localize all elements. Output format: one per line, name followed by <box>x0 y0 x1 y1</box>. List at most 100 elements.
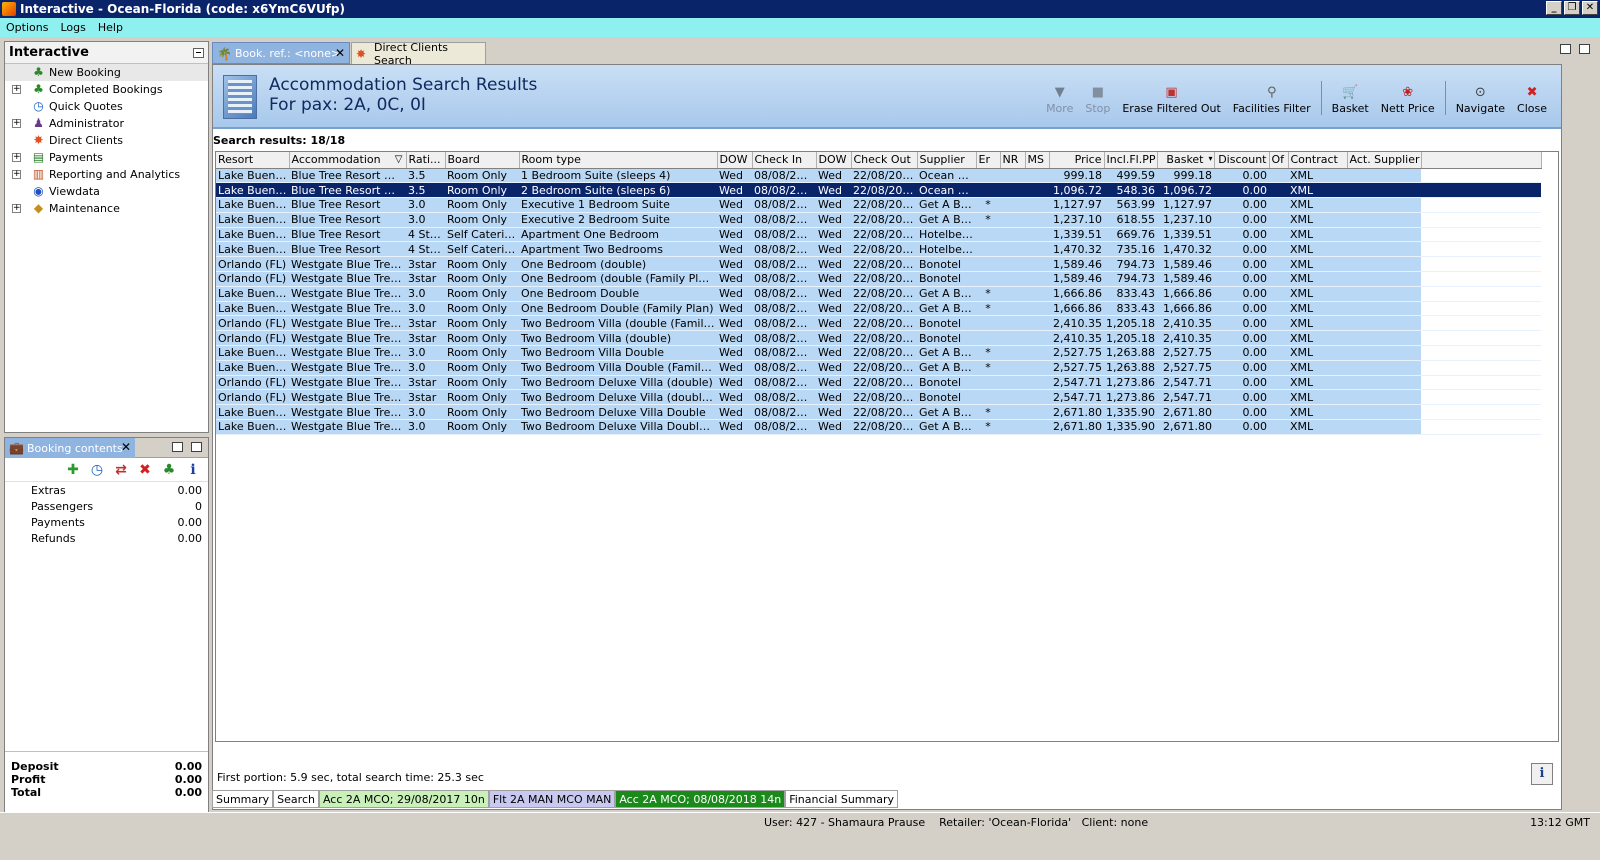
table-row[interactable]: Orlando (FL) Westgate Blue Tree ... 3star R… <box>216 375 1541 391</box>
table-row[interactable]: Orlando (FL) Westgate Blue Tree ... 3star R… <box>216 271 1541 287</box>
expand-icon[interactable]: + <box>12 85 21 94</box>
table-row[interactable]: Lake Buena... Westgate Blue Tree ... 3.0 Ro… <box>216 419 1541 435</box>
column-header-label: NR <box>1002 153 1019 167</box>
menu-help[interactable]: Help <box>92 21 129 34</box>
navigate-button[interactable]: ⊙ Navigate <box>1450 84 1511 115</box>
tab-direct-clients-search[interactable]: ✸ Direct Clients Search <box>351 41 486 67</box>
column-header-resort[interactable]: Resort <box>216 152 290 169</box>
move-icon[interactable]: ⇄ <box>112 461 130 479</box>
nav-item-payments[interactable]: + ▤ Payments <box>5 149 208 166</box>
maximize-button[interactable]: ❐ <box>1564 1 1580 15</box>
column-header-nr[interactable]: NR <box>1000 152 1026 169</box>
expand-icon[interactable]: + <box>12 204 21 213</box>
column-header-contract[interactable]: Contract <box>1288 152 1348 169</box>
table-row[interactable]: Orlando (FL) Westgate Blue Tree ... 3star R… <box>216 256 1541 273</box>
booking-contents-tab[interactable]: 💼 Booking contents ✕ <box>5 438 135 458</box>
table-row[interactable]: Orlando (FL) Westgate Blue Tree ... 3star R… <box>216 389 1541 406</box>
table-row[interactable]: Lake Buena... Westgate Blue Tree ... 3.0 Ro… <box>216 360 1541 376</box>
tab-booking-ref[interactable]: 🌴 Book. ref.: <none> ✕ <box>212 42 350 64</box>
column-header-incl-fl-pp[interactable]: Incl.Fl.PP <box>1104 152 1158 169</box>
table-row[interactable]: Lake Buena... Blue Tree Resort 4 Stars Self… <box>216 241 1541 258</box>
booking-maximize-button[interactable] <box>191 442 202 452</box>
nav-item-completed-bookings[interactable]: + ♣ Completed Bookings <box>5 81 208 98</box>
nav-panel-minimize-button[interactable] <box>193 48 204 58</box>
info-icon[interactable]: i <box>184 461 202 479</box>
erase-filtered-out-button[interactable]: ▣ Erase Filtered Out <box>1116 84 1226 115</box>
menu-options[interactable]: Options <box>0 21 54 34</box>
more-button[interactable]: ▼ More <box>1040 84 1079 115</box>
table-row[interactable]: Lake Buena... Blue Tree Resort 3.0 Room Onl… <box>216 197 1541 213</box>
nett-price-button[interactable]: ❀ Nett Price <box>1375 84 1441 115</box>
main-maximize-button[interactable] <box>1579 44 1590 54</box>
column-header-act-supplier[interactable]: Act. Supplier <box>1347 152 1422 169</box>
column-header-check-in[interactable]: Check In <box>752 152 817 169</box>
column-header-dow[interactable]: DOW <box>717 152 753 169</box>
table-row[interactable]: Lake Buena... Blue Tree Resort 4 Stars Self… <box>216 227 1541 243</box>
clock-icon[interactable]: ◷ <box>88 461 106 479</box>
bottom-tab-acc-2a-mco-29-08-2017-10n[interactable]: Acc 2A MCO; 29/08/2017 10n <box>318 790 489 808</box>
table-row[interactable]: Lake Buena... Westgate Blue Tree ... 3.0 Ro… <box>216 286 1541 302</box>
column-header-rati[interactable]: Rati... <box>406 152 446 169</box>
add-icon[interactable]: ✚ <box>64 461 82 479</box>
booking-minimize-button[interactable] <box>172 442 183 452</box>
column-header-er[interactable]: Er <box>976 152 1001 169</box>
table-row[interactable]: Orlando (FL) Westgate Blue Tree ... 3star R… <box>216 330 1541 347</box>
minimize-button[interactable]: _ <box>1546 1 1562 15</box>
table-cell: Wed <box>816 315 851 332</box>
close-window-button[interactable]: ✕ <box>1582 1 1598 15</box>
bottom-tab-summary[interactable]: Summary <box>212 790 274 808</box>
close-button[interactable]: ✖ Close <box>1511 84 1553 115</box>
menu-logs[interactable]: Logs <box>54 21 91 34</box>
bottom-tab-search[interactable]: Search <box>273 790 319 808</box>
column-header-basket[interactable]: Basket ▾ <box>1157 152 1215 169</box>
table-cell: 1,096.72 <box>1049 182 1104 199</box>
total-value: 0.00 <box>174 786 202 799</box>
table-row[interactable]: Lake Buena... Westgate Blue Tree ... 3.0 Ro… <box>216 404 1541 421</box>
nav-item-direct-clients[interactable]: ✸ Direct Clients <box>5 132 208 149</box>
table-row[interactable]: Lake Buena... Westgate Blue Tree ... 3.0 Ro… <box>216 345 1541 361</box>
column-header-label: Check Out <box>853 153 911 167</box>
stop-button[interactable]: ■ Stop <box>1079 84 1116 115</box>
nav-item-administrator[interactable]: + ♟ Administrator <box>5 115 208 132</box>
basket-button[interactable]: 🛒 Basket <box>1326 84 1375 115</box>
table-cell: Room Only <box>445 315 519 332</box>
bottom-tab-financial-summary[interactable]: Financial Summary <box>785 790 899 808</box>
facilities-filter-button[interactable]: ⚲ Facilities Filter <box>1227 84 1317 115</box>
table-cell: 2,671.80 <box>1157 404 1214 421</box>
expand-icon[interactable]: + <box>12 153 21 162</box>
main-minimize-button[interactable] <box>1560 44 1571 54</box>
nav-item-reporting-and-analytics[interactable]: + ▥ Reporting and Analytics <box>5 166 208 183</box>
column-header-board[interactable]: Board <box>445 152 520 169</box>
bottom-tab-flt-2a-man-mco-man[interactable]: Flt 2A MAN MCO MAN <box>488 790 616 808</box>
column-header-room-type[interactable]: Room type <box>519 152 718 169</box>
expand-icon[interactable]: + <box>12 119 21 128</box>
column-header-supplier[interactable]: Supplier <box>917 152 977 169</box>
close-tab-icon[interactable]: ✕ <box>121 440 131 454</box>
column-header-discount[interactable]: Discount <box>1214 152 1270 169</box>
table-cell: 08/08/2018 <box>752 256 816 273</box>
column-header-check-out[interactable]: Check Out <box>851 152 918 169</box>
table-row[interactable]: Lake Buena... Blue Tree Resort 3.0 Room Onl… <box>216 212 1541 228</box>
expand-icon[interactable]: + <box>12 170 21 179</box>
table-row[interactable]: Lake Buena...Blue Tree Resort @ LBV3.5Ro… <box>216 168 1541 184</box>
table-row[interactable]: Orlando (FL) Westgate Blue Tree ... 3star R… <box>216 315 1541 332</box>
table-cell: XML <box>1288 315 1347 332</box>
column-header-ms[interactable]: MS <box>1025 152 1050 169</box>
nav-item-quick-quotes[interactable]: ◷ Quick Quotes <box>5 98 208 115</box>
palm-tree-icon[interactable]: ♣ <box>160 461 178 479</box>
table-row[interactable]: Lake Buena... Westgate Blue Tree ... 3.0 Ro… <box>216 301 1541 317</box>
table-row[interactable]: Lake Buena...Blue Tree Resort @ LBV3.5Ro… <box>216 182 1541 199</box>
nav-item-viewdata[interactable]: ◉ Viewdata <box>5 183 208 200</box>
column-header-price[interactable]: Price <box>1049 152 1105 169</box>
column-header-of[interactable]: Of <box>1269 152 1289 169</box>
delete-icon[interactable]: ✖ <box>136 461 154 479</box>
filter-icon[interactable]: ▽ <box>395 154 403 165</box>
bottom-tab-acc-2a-mco-08-08-2018-14n[interactable]: Acc 2A MCO; 08/08/2018 14n <box>615 790 786 808</box>
nav-item-new-booking[interactable]: ♣ New Booking <box>5 64 208 81</box>
nav-item-maintenance[interactable]: + ◆ Maintenance <box>5 200 208 217</box>
info-button[interactable]: i <box>1531 763 1553 785</box>
column-header-accommodation[interactable]: Accommodation ▽ <box>289 152 407 169</box>
column-header-dow[interactable]: DOW <box>816 152 852 169</box>
close-tab-icon[interactable]: ✕ <box>335 46 345 60</box>
table-cell <box>1025 168 1049 184</box>
